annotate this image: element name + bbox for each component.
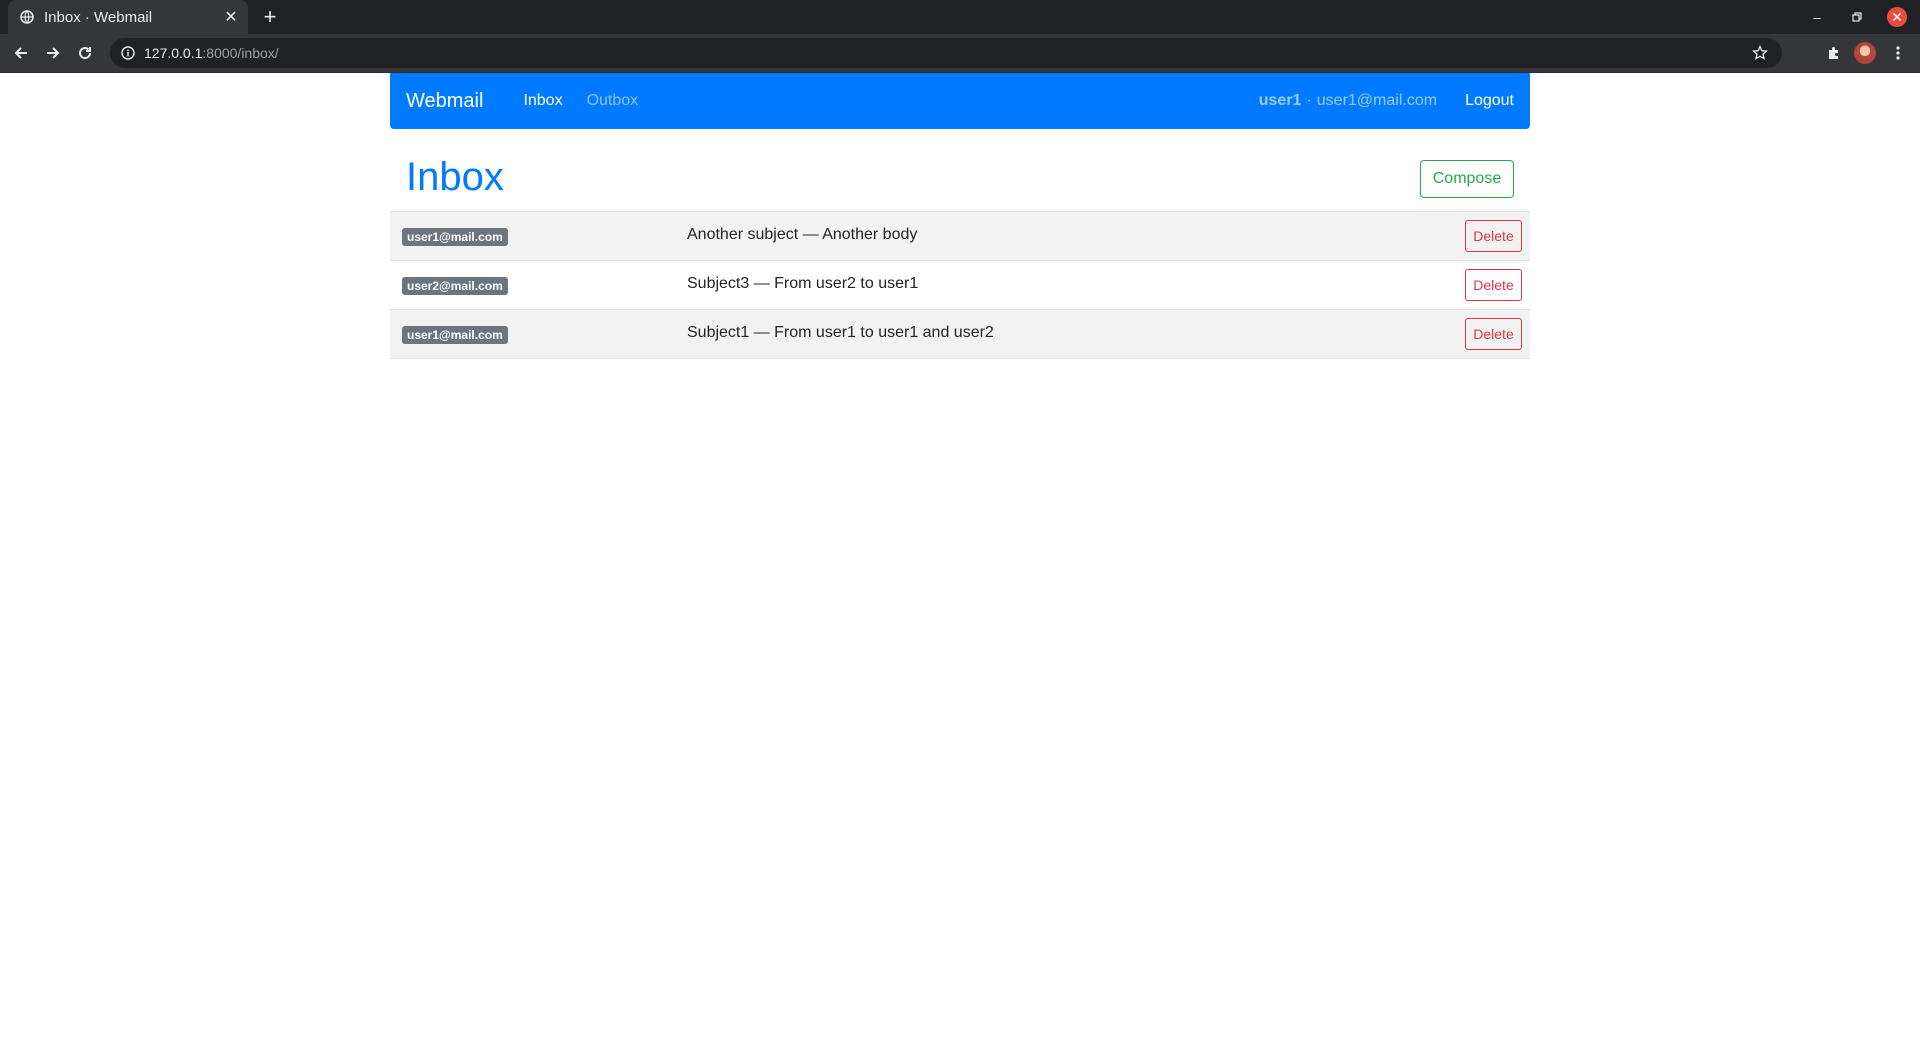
message-list: user1@mail.com Another subject — Another… [390,211,1530,359]
bookmark-star-icon[interactable] [1750,43,1770,63]
logout-link[interactable]: Logout [1465,92,1514,110]
minimize-icon[interactable]: – [1800,0,1834,34]
restore-icon[interactable] [1840,0,1874,34]
tab-title: Inbox · Webmail [44,8,153,26]
inbox-header: Inbox Compose [390,129,1530,211]
message-summary[interactable]: Another subject — Another body [687,226,917,244]
close-window-icon: ✕ [1887,7,1907,27]
compose-button[interactable]: Compose [1420,160,1514,198]
message-summary[interactable]: Subject3 — From user2 to user1 [687,275,918,293]
main-container: Webmail Inbox Outbox user1 · user1@mail.… [390,73,1530,359]
message-row[interactable]: user1@mail.com Another subject — Another… [390,212,1530,261]
message-row[interactable]: user1@mail.com Subject1 — From user1 to … [390,310,1530,359]
back-icon[interactable] [9,41,33,65]
page-content: Webmail Inbox Outbox user1 · user1@mail.… [0,73,1920,1054]
extensions-icon[interactable] [1822,41,1846,65]
url-text: 127.0.0.1:8000/inbox/ [144,45,1750,61]
sender-badge: user1@mail.com [402,326,508,344]
page-title: Inbox [406,155,504,199]
new-tab-icon[interactable]: + [258,4,282,29]
site-navbar: Webmail Inbox Outbox user1 · user1@mail.… [390,73,1530,129]
delete-button[interactable]: Delete [1465,269,1522,301]
close-window-button[interactable]: ✕ [1880,0,1914,34]
reload-icon[interactable] [73,41,97,65]
nav-outbox-link[interactable]: Outbox [587,92,639,110]
sender-badge: user1@mail.com [402,228,508,246]
current-user-email: user1@mail.com [1316,92,1438,109]
forward-icon[interactable] [41,41,65,65]
globe-icon [20,10,34,24]
delete-button[interactable]: Delete [1465,318,1522,350]
brand-link[interactable]: Webmail [406,90,483,113]
current-user-name: user1 [1258,92,1302,109]
message-row[interactable]: user2@mail.com Subject3 — From user2 to … [390,261,1530,310]
nav-inbox-link[interactable]: Inbox [523,92,562,110]
browser-tab[interactable]: Inbox · Webmail ✕ [8,0,248,34]
sender-badge: user2@mail.com [402,277,508,295]
message-summary[interactable]: Subject1 — From user1 to user1 and user2 [687,324,994,342]
info-icon[interactable] [120,45,136,61]
address-bar[interactable]: 127.0.0.1:8000/inbox/ [110,38,1782,68]
url-host: 127.0.0.1 [144,45,203,61]
close-tab-icon[interactable]: ✕ [220,6,242,28]
url-path: :8000/inbox/ [202,45,279,61]
profile-avatar[interactable] [1853,41,1877,65]
avatar-icon [1854,42,1876,64]
menu-icon[interactable] [1886,41,1910,65]
delete-button[interactable]: Delete [1465,220,1522,252]
user-separator: · [1306,92,1312,109]
browser-toolbar: 127.0.0.1:8000/inbox/ [0,34,1920,73]
browser-tab-strip: Inbox · Webmail ✕ + – ✕ [0,0,1920,34]
